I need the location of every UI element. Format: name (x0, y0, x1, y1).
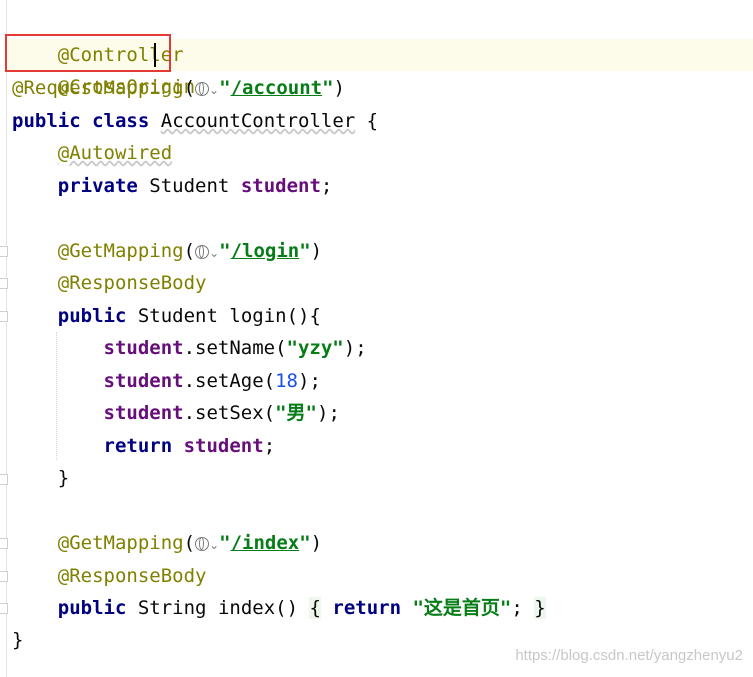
fold-marker[interactable] (0, 571, 8, 582)
request-mapping-annotation: @RequestMapping (12, 77, 184, 99)
globe-icon[interactable] (195, 81, 210, 96)
class-name: AccountController (160, 110, 356, 132)
code-line-15[interactable]: } (12, 462, 69, 494)
fold-marker[interactable] (0, 603, 8, 614)
autowired-annotation: @Autowired (57, 142, 173, 164)
code-line-12[interactable]: student.setAge(18); (12, 365, 321, 397)
code-line-11[interactable]: student.setName("yzy"); (12, 332, 367, 364)
code-line-9[interactable]: @ResponseBody (12, 267, 207, 299)
response-body-annotation: @ResponseBody (57, 272, 207, 294)
fold-marker[interactable] (0, 246, 8, 257)
code-line-4[interactable]: public class AccountController { (12, 105, 378, 137)
globe-icon[interactable] (195, 244, 210, 259)
code-line-8[interactable]: @GetMapping(⌄"/login") (12, 235, 322, 267)
fold-marker[interactable] (0, 538, 8, 549)
url-link-index[interactable]: /index (231, 532, 300, 554)
get-mapping-annotation: @GetMapping (57, 532, 184, 554)
globe-icon[interactable] (195, 536, 210, 551)
get-mapping-annotation: @GetMapping (57, 240, 184, 262)
code-line-18[interactable]: @ResponseBody (12, 560, 207, 592)
fold-marker[interactable] (0, 278, 8, 289)
code-line-10[interactable]: public Student login(){ (12, 300, 321, 332)
chevron-down-icon[interactable]: ⌄ (209, 83, 219, 97)
chevron-down-icon[interactable]: ⌄ (209, 246, 219, 260)
code-line-6[interactable]: private Student student; (12, 170, 333, 202)
response-body-annotation: @ResponseBody (57, 565, 207, 587)
code-line-19[interactable]: public String index() { return "这是首页"; } (12, 592, 546, 624)
url-link-account[interactable]: /account (231, 77, 323, 99)
url-link-login[interactable]: /login (231, 240, 300, 262)
watermark: https://blog.csdn.net/yangzhenyu2 (515, 647, 743, 664)
highlight-box (5, 34, 171, 72)
code-line-20[interactable]: } (12, 624, 23, 656)
fold-marker[interactable] (0, 311, 8, 322)
chevron-down-icon[interactable]: ⌄ (209, 538, 219, 552)
code-line-14[interactable]: return student; (12, 430, 276, 462)
code-line-5[interactable]: @Autowired (12, 137, 172, 169)
code-line-13[interactable]: student.setSex("男"); (12, 397, 340, 429)
code-line-17[interactable]: @GetMapping(⌄"/index") (12, 527, 322, 559)
code-line-3[interactable]: @RequestMapping(⌄"/account") (12, 72, 345, 104)
fold-marker[interactable] (0, 474, 8, 485)
